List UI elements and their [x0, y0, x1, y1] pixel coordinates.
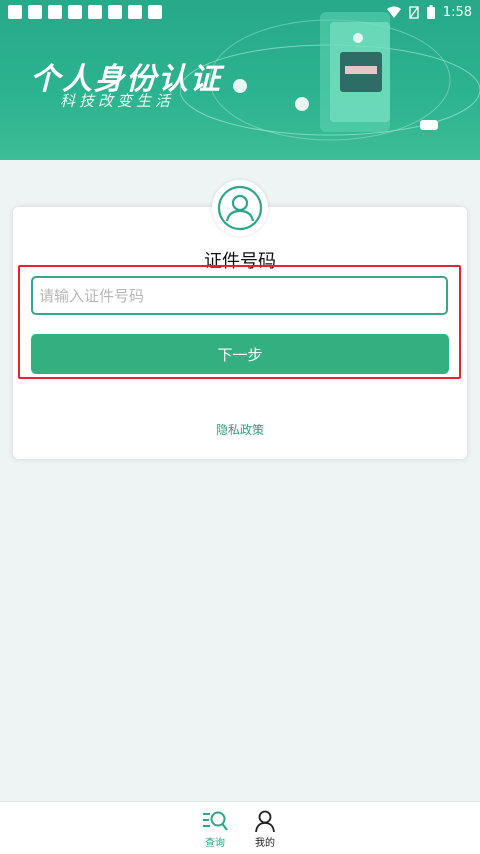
person-icon [255, 810, 275, 832]
banner-illustration [180, 12, 480, 141]
privacy-policy-link[interactable]: 隐私政策 [0, 421, 480, 438]
id-number-input[interactable] [31, 276, 448, 315]
screen: 个人身份认证 科技改变生活 1:58 证件号码 请输入证件号码 下一步 隐私政策… [0, 0, 480, 854]
notification-icon [8, 5, 22, 19]
nav-label-mine: 我的 [255, 838, 275, 849]
sim-icon [409, 5, 419, 19]
nav-label-query: 查询 [205, 838, 225, 849]
notification-icon [28, 5, 42, 19]
nav-item-query[interactable]: 查询 [195, 810, 235, 849]
avatar [212, 180, 268, 236]
notification-icon [128, 5, 142, 19]
status-time: 1:58 [442, 4, 472, 20]
banner-subtitle: 科技改变生活 [60, 92, 175, 110]
bottom-nav: 查询 我的 [0, 801, 480, 854]
notification-icon [48, 5, 62, 19]
nav-item-mine[interactable]: 我的 [245, 810, 285, 849]
notification-icon [68, 5, 82, 19]
battery-icon [426, 5, 435, 19]
notification-icon [108, 5, 122, 19]
notification-icon [148, 5, 162, 19]
banner: 个人身份认证 科技改变生活 [0, 0, 480, 160]
status-bar: 1:58 [0, 0, 480, 24]
user-avatar-icon [217, 185, 263, 231]
search-list-icon [203, 811, 228, 831]
status-right: 1:58 [386, 4, 472, 20]
notification-icon [88, 5, 102, 19]
notification-icons [8, 5, 162, 19]
wifi-icon [386, 6, 401, 18]
next-step-button[interactable]: 下一步 [31, 334, 449, 374]
